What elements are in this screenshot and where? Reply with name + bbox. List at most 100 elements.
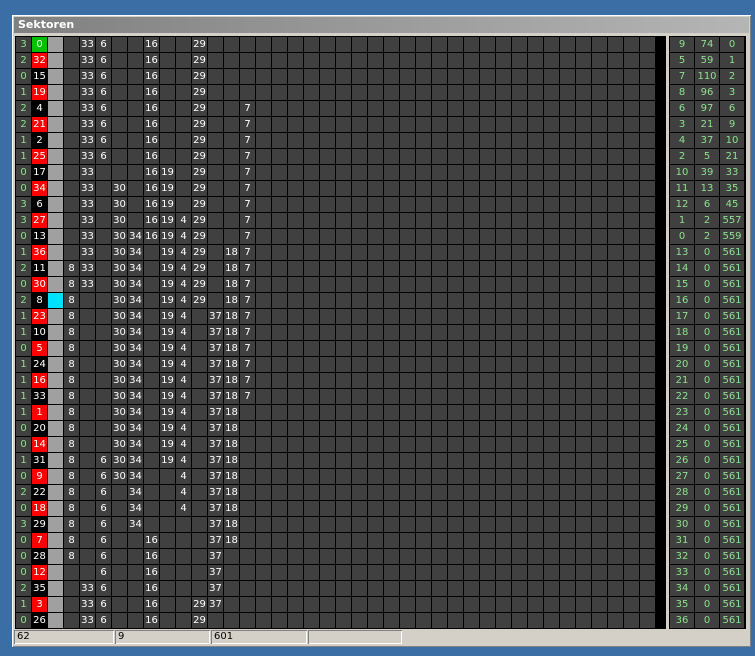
- grid-cell[interactable]: [528, 469, 543, 484]
- grid-cell[interactable]: 4: [176, 485, 191, 500]
- sector-number-cell[interactable]: 27: [32, 213, 47, 228]
- grid-cell[interactable]: [416, 405, 431, 420]
- grid-cell[interactable]: [368, 165, 383, 180]
- grid-cell[interactable]: 8: [64, 405, 79, 420]
- grid-cell[interactable]: [400, 85, 415, 100]
- grid-cell[interactable]: [352, 101, 367, 116]
- grid-cell[interactable]: 18: [224, 293, 239, 308]
- grid-cell[interactable]: [96, 389, 111, 404]
- grid-cell[interactable]: [480, 69, 495, 84]
- grid-cell[interactable]: [80, 421, 95, 436]
- sector-number-cell[interactable]: 28: [32, 549, 47, 564]
- grid-cell[interactable]: [352, 357, 367, 372]
- grid-cell[interactable]: [400, 405, 415, 420]
- grid-cell[interactable]: [624, 597, 639, 612]
- grid-cell[interactable]: 34: [128, 405, 143, 420]
- marker-cell[interactable]: [48, 261, 63, 276]
- grid-cell[interactable]: [240, 437, 255, 452]
- grid-cell[interactable]: 8: [64, 533, 79, 548]
- grid-cell[interactable]: [192, 517, 207, 532]
- grid-cell[interactable]: [320, 85, 335, 100]
- grid-cell[interactable]: [592, 277, 607, 292]
- grid-cell[interactable]: [368, 341, 383, 356]
- grid-cell[interactable]: [96, 197, 111, 212]
- sector-number-cell[interactable]: 36: [32, 245, 47, 260]
- grid-cell[interactable]: 7: [240, 149, 255, 164]
- grid-cell[interactable]: [592, 213, 607, 228]
- grid-cell[interactable]: [576, 613, 591, 628]
- grid-cell[interactable]: [624, 117, 639, 132]
- grid-cell[interactable]: [320, 565, 335, 580]
- grid-cell[interactable]: 16: [144, 229, 159, 244]
- grid-cell[interactable]: [624, 101, 639, 116]
- grid-cell[interactable]: [576, 197, 591, 212]
- grid-cell[interactable]: [320, 293, 335, 308]
- grid-cell[interactable]: [144, 293, 159, 308]
- grid-cell[interactable]: [288, 325, 303, 340]
- marker-cell[interactable]: [48, 101, 63, 116]
- grid-cell[interactable]: [144, 501, 159, 516]
- grid-cell[interactable]: [64, 245, 79, 260]
- grid-cell[interactable]: [160, 69, 175, 84]
- grid-cell[interactable]: [320, 245, 335, 260]
- grid-cell[interactable]: [176, 565, 191, 580]
- grid-cell[interactable]: 6: [96, 469, 111, 484]
- grid-cell[interactable]: [288, 69, 303, 84]
- grid-cell[interactable]: [400, 469, 415, 484]
- grid-cell[interactable]: [192, 389, 207, 404]
- grid-cell[interactable]: [528, 213, 543, 228]
- grid-cell[interactable]: [304, 405, 319, 420]
- grid-cell[interactable]: [560, 437, 575, 452]
- grid-cell[interactable]: [288, 229, 303, 244]
- grid-cell[interactable]: [416, 517, 431, 532]
- marker-cell[interactable]: [48, 565, 63, 580]
- grid-cell[interactable]: [352, 613, 367, 628]
- grid-cell[interactable]: [592, 405, 607, 420]
- grid-cell[interactable]: [448, 453, 463, 468]
- grid-cell[interactable]: [256, 69, 271, 84]
- grid-cell[interactable]: [528, 341, 543, 356]
- grid-cell[interactable]: [288, 469, 303, 484]
- grid-cell[interactable]: [592, 389, 607, 404]
- grid-cell[interactable]: 16: [144, 165, 159, 180]
- grid-cell[interactable]: [160, 133, 175, 148]
- grid-cell[interactable]: 33: [80, 229, 95, 244]
- grid-cell[interactable]: [368, 565, 383, 580]
- grid-cell[interactable]: 18: [224, 389, 239, 404]
- grid-cell[interactable]: [320, 485, 335, 500]
- grid-cell[interactable]: [528, 117, 543, 132]
- grid-cell[interactable]: [544, 613, 559, 628]
- grid-cell[interactable]: [480, 309, 495, 324]
- grid-cell[interactable]: 30: [112, 389, 127, 404]
- grid-cell[interactable]: [448, 293, 463, 308]
- grid-cell[interactable]: [272, 405, 287, 420]
- grid-cell[interactable]: [592, 341, 607, 356]
- row-count-cell[interactable]: 0: [16, 549, 31, 564]
- row-count-cell[interactable]: 0: [16, 69, 31, 84]
- grid-cell[interactable]: 34: [128, 469, 143, 484]
- sector-number-cell[interactable]: 21: [32, 117, 47, 132]
- grid-cell[interactable]: [288, 165, 303, 180]
- grid-cell[interactable]: 34: [128, 437, 143, 452]
- grid-cell[interactable]: [80, 405, 95, 420]
- grid-cell[interactable]: [496, 53, 511, 68]
- grid-cell[interactable]: [400, 517, 415, 532]
- grid-cell[interactable]: 34: [128, 245, 143, 260]
- grid-cell[interactable]: [256, 485, 271, 500]
- grid-cell[interactable]: [528, 325, 543, 340]
- grid-cell[interactable]: [368, 469, 383, 484]
- grid-cell[interactable]: [496, 69, 511, 84]
- grid-cell[interactable]: [144, 341, 159, 356]
- grid-cell[interactable]: [416, 597, 431, 612]
- grid-cell[interactable]: [416, 181, 431, 196]
- grid-cell[interactable]: [480, 453, 495, 468]
- grid-cell[interactable]: 29: [192, 101, 207, 116]
- grid-cell[interactable]: [480, 421, 495, 436]
- grid-cell[interactable]: [368, 197, 383, 212]
- grid-cell[interactable]: [320, 421, 335, 436]
- grid-cell[interactable]: [416, 565, 431, 580]
- grid-cell[interactable]: 18: [224, 469, 239, 484]
- grid-cell[interactable]: 19: [160, 293, 175, 308]
- grid-cell[interactable]: [400, 597, 415, 612]
- row-count-cell[interactable]: 1: [16, 133, 31, 148]
